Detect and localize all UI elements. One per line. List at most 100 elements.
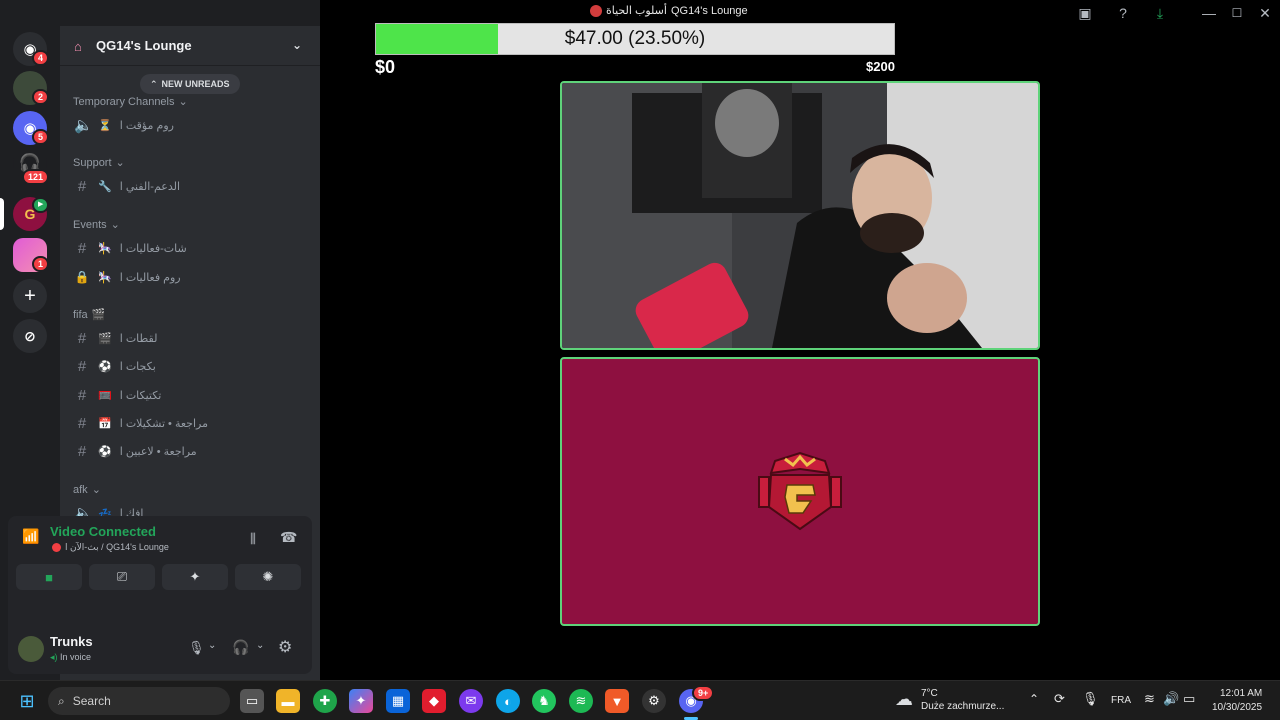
goal-max-label: $200 [866, 59, 895, 74]
weather-desc[interactable]: Duże zachmurze... [921, 701, 1004, 712]
window-title: أسلوب الحياة QG14's Lounge [590, 4, 748, 17]
channel-fifa-lineups[interactable]: # 📅 مراجعة • تشكيلات ا [72, 410, 308, 436]
xbox-icon[interactable]: ✚ [313, 689, 337, 713]
screen-share-tile[interactable] [560, 357, 1040, 626]
window-title-prefix: أسلوب الحياة [606, 5, 667, 17]
dm-badge: 2 [32, 89, 50, 105]
hash-icon: # [77, 357, 87, 375]
user-avatar[interactable] [18, 636, 44, 662]
microphone-icon[interactable]: 🎙 [188, 640, 205, 656]
messenger-icon[interactable]: ✉ [459, 689, 483, 713]
microphone-icon[interactable]: 🎙 [1082, 691, 1099, 707]
help-icon[interactable]: ? [1112, 4, 1134, 22]
taskbar-search[interactable]: ⌕ Search [48, 687, 230, 715]
close-button[interactable]: ✕ [1254, 4, 1276, 22]
live-dot-icon [52, 543, 61, 552]
chevron-down-icon[interactable]: ⌄ [256, 640, 264, 651]
brave-icon[interactable]: ▼ [605, 689, 629, 713]
voice-channel-label[interactable]: بث-الآن ا / QG14's Lounge [52, 542, 169, 553]
store-icon[interactable]: ▦ [386, 689, 410, 713]
goal-min-label: $0 [375, 57, 396, 77]
green-app-icon[interactable]: ♞ [532, 689, 556, 713]
camera-icon: ■ [45, 569, 53, 585]
live-dot-icon [590, 4, 602, 17]
screen-share-button[interactable]: ⎚ [89, 564, 155, 590]
volume-icon[interactable]: 🔊 [1163, 691, 1179, 707]
activities-icon: ✦ [189, 569, 201, 584]
server-badge: 5 [32, 129, 50, 145]
sync-icon[interactable]: ⟳ [1054, 691, 1065, 707]
home-shield-icon: ⌂ [74, 38, 82, 54]
window-title-text: QG14's Lounge [670, 4, 748, 17]
clock-date[interactable]: 10/30/2025 [1212, 702, 1262, 713]
camera-button[interactable]: ■ [16, 564, 82, 590]
new-unreads-pill[interactable]: ⌃ NEW UNREADS [140, 74, 240, 94]
stream-stage: $47.00 (23.50%) $0 $200 [320, 23, 1280, 680]
camera-tile[interactable] [560, 81, 1040, 350]
channel-fifa-tactics[interactable]: # 🥅 تكتيكات ا [72, 382, 308, 408]
chevron-down-icon: ⌄ [91, 484, 101, 496]
chevron-down-icon: ⌄ [291, 38, 302, 52]
donation-goal-bar: $47.00 (23.50%) [375, 23, 895, 55]
weather-cloud-icon[interactable]: ☁ [895, 689, 913, 710]
hash-icon: # [77, 442, 87, 460]
channel-support[interactable]: # 🔧 الدعم-الفني ا [72, 173, 308, 199]
steam-icon[interactable]: ⚙ [642, 689, 666, 713]
weather-temp[interactable]: 7°C [921, 688, 938, 699]
category-temporary[interactable]: Temporary Channels ⌄ [73, 95, 188, 109]
channel-events-room[interactable]: 🔒 🎠 روم فعاليات ا [72, 264, 308, 290]
discover-icon[interactable]: ⊘ [13, 319, 47, 353]
search-icon: ⌕ [58, 693, 65, 708]
task-view-icon[interactable]: ▭ [240, 689, 264, 713]
screen-share-icon[interactable]: ▣ [1074, 4, 1096, 22]
category-afk[interactable]: afk ⌄ [73, 483, 101, 497]
chevron-down-icon: ⌄ [115, 157, 125, 169]
activities-button[interactable]: ✦ [162, 564, 228, 590]
channel-fifa-players[interactable]: # ⚽ مراجعة • لاعبين ا [72, 438, 308, 464]
maximize-button[interactable]: ☐ [1226, 4, 1248, 22]
windows-taskbar: ⊞ ⌕ Search ▭ ▬ ✚ ✦ ▦ ◆ ✉ ◐ ♞ ≋ ▼ ⚙ ◉ 9+ … [0, 680, 1280, 720]
soundboard-icon: ✺ [262, 569, 274, 584]
hash-icon: # [77, 177, 87, 195]
channel-events-chat[interactable]: # 🎠 شات-فعاليات ا [72, 235, 308, 261]
guild-name: QG14's Lounge [96, 38, 192, 53]
category-events[interactable]: Events ⌄ [73, 218, 120, 232]
user-panel: Trunks ◂) In voice 🎙 ⌄ 🎧 ⌄ ⚙ [8, 622, 312, 674]
settings-gear-icon[interactable]: ⚙ [278, 637, 292, 657]
channel-fifa-clips[interactable]: # 🎬 لقطات ا [72, 325, 308, 351]
headphones-icon[interactable]: 🎧 [232, 639, 249, 656]
pink-server-badge: 1 [32, 256, 50, 272]
soundboard-button[interactable]: ✺ [235, 564, 301, 590]
lock-icon: 🔒 [74, 270, 90, 284]
download-icon[interactable]: ⤓ [1149, 4, 1171, 22]
channel-fifa-packs[interactable]: # ⚽ بكجات ا [72, 353, 308, 379]
category-support[interactable]: Support ⌄ [73, 156, 125, 170]
guild-header[interactable]: ⌂ QG14's Lounge ⌄ [60, 26, 320, 66]
app-red-icon[interactable]: ◆ [422, 689, 446, 713]
input-language[interactable]: FRA [1111, 695, 1131, 706]
windows-start-icon[interactable]: ⊞ [15, 689, 39, 713]
hash-icon: # [77, 386, 87, 404]
webcam-video [562, 83, 1038, 348]
spotify-icon[interactable]: ≋ [569, 689, 593, 713]
speaker-icon: 🔈 [74, 117, 93, 134]
chevron-down-icon[interactable]: ⌄ [208, 640, 216, 651]
copilot-icon[interactable]: ✦ [349, 689, 373, 713]
category-fifa[interactable]: fifa 🎬 [73, 308, 106, 322]
edge-icon[interactable]: ◐ [496, 689, 520, 713]
clock-time[interactable]: 12:01 AM [1220, 688, 1262, 699]
discord-taskbar-badge: 9+ [692, 685, 715, 701]
signal-icon[interactable]: 📶 [22, 528, 39, 545]
battery-icon[interactable]: ▭ [1183, 691, 1195, 707]
minimize-button[interactable]: — [1198, 4, 1220, 22]
chevron-up-icon[interactable]: ⌃ [1029, 692, 1039, 706]
channel-voice-temporary[interactable]: 🔈 ⏳ روم مؤقت ا [72, 112, 308, 138]
clapper-icon: 🎬 [91, 309, 106, 321]
add-server-icon[interactable]: + [13, 279, 47, 313]
disconnect-icon[interactable]: ☎ [280, 529, 297, 546]
wifi-icon[interactable]: ≋ [1144, 691, 1155, 707]
noise-suppression-icon[interactable]: ⫼ [250, 531, 256, 547]
user-name: Trunks [50, 634, 93, 649]
file-explorer-icon[interactable]: ▬ [276, 689, 300, 713]
voice-status-icon: ◂) [50, 652, 58, 662]
